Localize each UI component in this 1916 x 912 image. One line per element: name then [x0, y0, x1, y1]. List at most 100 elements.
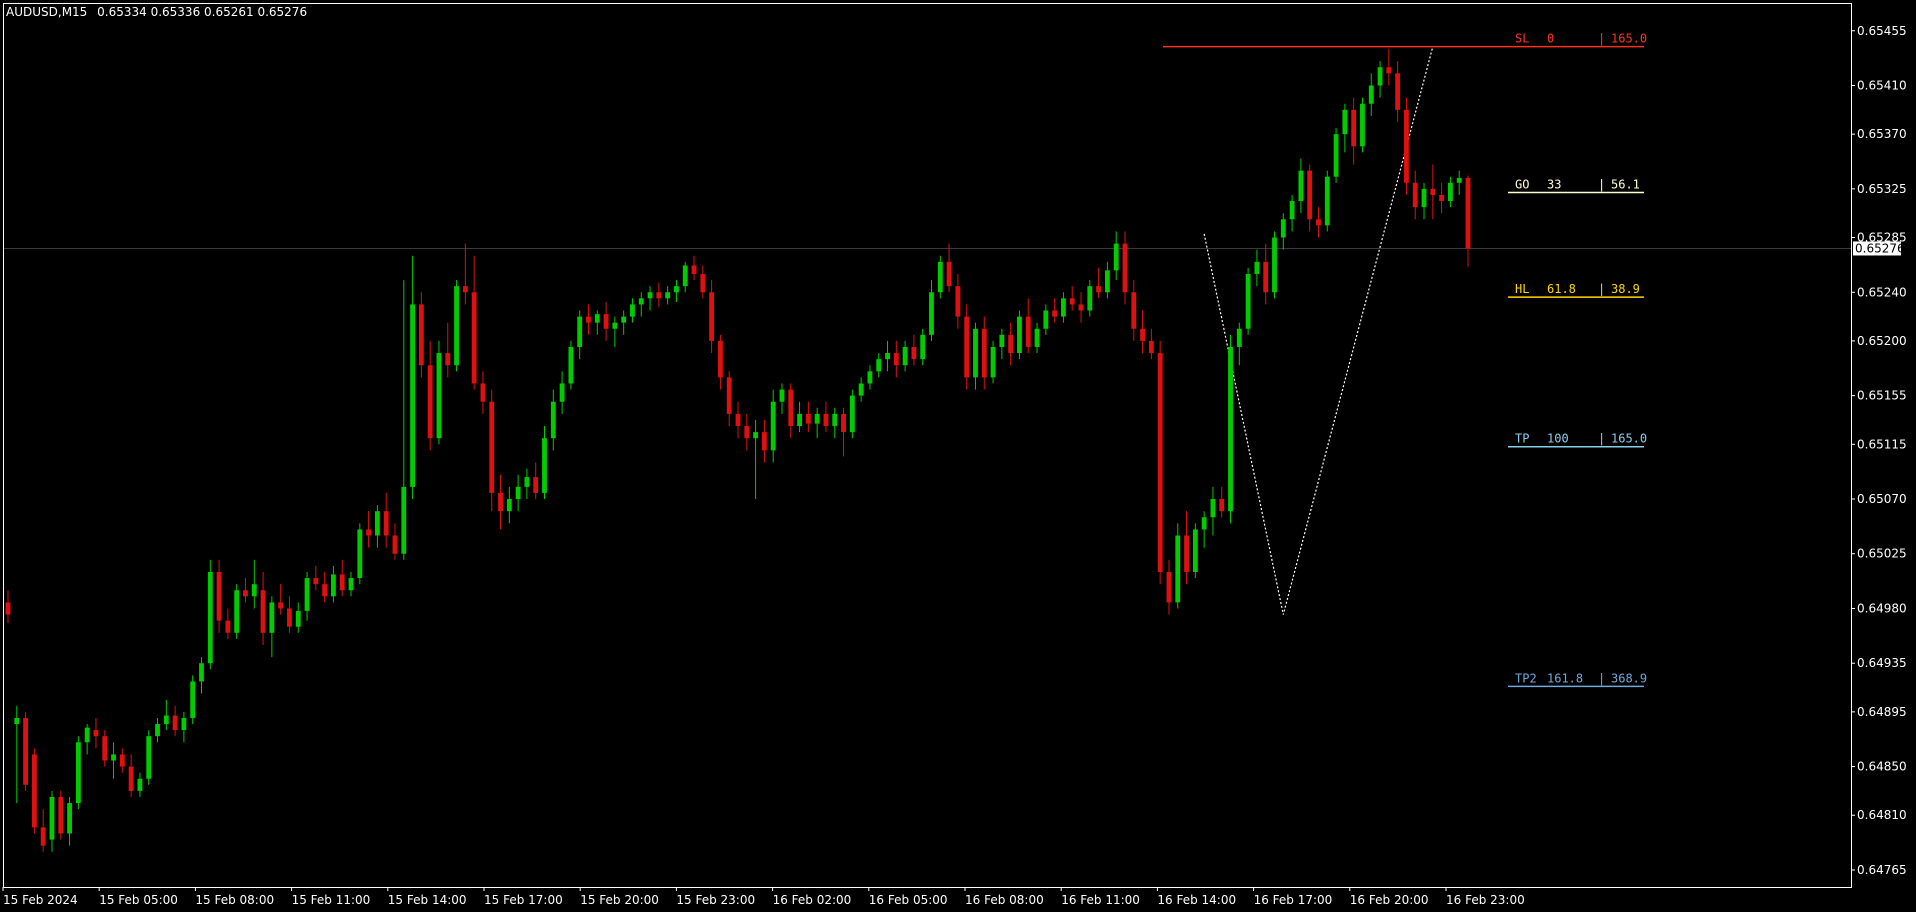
candle — [146, 730, 152, 785]
candle-body — [533, 477, 539, 493]
candle-body — [498, 492, 503, 512]
price-label: 0.64765 — [1857, 863, 1907, 877]
candle-body — [119, 754, 125, 767]
candle-body — [559, 383, 565, 402]
level-name: GO — [1515, 178, 1529, 192]
price-label: 0.64980 — [1857, 601, 1907, 615]
candle — [234, 584, 240, 639]
candle-body — [717, 340, 723, 378]
level-separator: | — [1598, 282, 1605, 296]
candle — [1157, 340, 1163, 585]
level-name: TP — [1515, 432, 1529, 446]
candle — [1017, 310, 1022, 360]
candle — [418, 292, 424, 378]
candle-body — [524, 477, 530, 487]
candle-body — [1333, 134, 1339, 177]
candle-body — [779, 389, 785, 402]
candle-body — [770, 401, 776, 451]
candle-body — [1324, 176, 1330, 226]
candle-body — [638, 298, 644, 305]
price-label: 0.65325 — [1857, 182, 1907, 196]
candle-body — [1254, 261, 1260, 275]
candle — [964, 304, 970, 390]
current-price-tag: 0.65276 — [1853, 241, 1905, 256]
candle-body — [322, 584, 328, 597]
candle-body — [1157, 353, 1163, 572]
candle-body — [313, 578, 319, 585]
candle — [1228, 334, 1233, 524]
level-ratio: 0 — [1547, 32, 1554, 46]
candle-body — [1219, 499, 1225, 512]
candle — [1192, 523, 1198, 579]
time-label: 16 Feb 05:00 — [869, 893, 948, 907]
candle-body — [480, 383, 486, 402]
level-tp2[interactable]: TP2 161.8 | 368.9 — [1508, 671, 1647, 688]
candle-body — [1307, 170, 1313, 220]
level-value: 165.0 — [1611, 32, 1647, 46]
price-label: 0.64895 — [1857, 705, 1907, 719]
candle — [1245, 267, 1251, 335]
candle-body — [243, 590, 248, 597]
ohlc-values: 0.65334 0.65336 0.65261 0.65276 — [97, 5, 307, 19]
candle — [1404, 97, 1409, 195]
candle-body — [1192, 529, 1198, 572]
candle-body — [1113, 243, 1119, 271]
time-label: 16 Feb 23:00 — [1446, 893, 1525, 907]
time-label: 15 Feb 08:00 — [195, 893, 274, 907]
candle-body — [1122, 243, 1128, 293]
candle-body — [788, 389, 794, 427]
candle — [489, 389, 495, 512]
candle-body — [1280, 219, 1286, 238]
candle-body — [278, 602, 284, 609]
price-chart[interactable]: SL 0 | 165.0 GO 33 | 56.1 HL 61.8 | 38.9 TP 100 | 165.0… — [0, 0, 1916, 912]
candle-body — [410, 304, 415, 487]
candle-body — [849, 395, 855, 433]
candle-body — [1465, 177, 1471, 249]
candle-body — [260, 590, 266, 633]
chart-background — [0, 0, 1916, 912]
candle-body — [1298, 170, 1304, 202]
candle-body — [550, 401, 556, 439]
candle-body — [75, 742, 81, 804]
candle-body — [155, 724, 160, 737]
candle-body — [1228, 346, 1233, 512]
candle-body — [999, 334, 1005, 347]
candle-body — [146, 736, 152, 779]
candle-body — [93, 730, 99, 737]
level-separator: | — [1598, 432, 1605, 446]
candle-body — [454, 286, 459, 366]
candle — [58, 790, 64, 840]
time-label: 15 Feb 05:00 — [99, 893, 178, 907]
level-ratio: 100 — [1547, 432, 1569, 446]
price-label: 0.64935 — [1857, 656, 1907, 670]
candle-body — [1175, 535, 1181, 603]
candle-body — [814, 413, 820, 424]
candle-body — [893, 353, 899, 366]
candle — [436, 340, 442, 445]
candle-body — [40, 827, 46, 846]
candle-body — [929, 292, 934, 335]
price-label: 0.65025 — [1857, 547, 1907, 561]
time-label: 15 Feb 2024 — [3, 893, 78, 907]
current-price-label: 0.65276 — [1855, 241, 1905, 255]
candle-body — [946, 261, 952, 287]
candle-body — [1008, 334, 1014, 354]
time-label: 15 Feb 11:00 — [292, 893, 371, 907]
price-label: 0.65115 — [1857, 437, 1907, 451]
candle-body — [506, 499, 512, 512]
candle — [937, 255, 943, 299]
level-value: 38.9 — [1611, 282, 1640, 296]
candle — [23, 711, 29, 791]
candle-body — [418, 304, 424, 366]
price-label: 0.65070 — [1857, 492, 1907, 506]
candle-body — [542, 438, 547, 493]
candle-body — [366, 529, 372, 536]
candle-body — [190, 681, 196, 718]
candle-body — [1052, 310, 1058, 317]
time-label: 15 Feb 20:00 — [580, 893, 659, 907]
candle — [1360, 97, 1365, 153]
candle-body — [1395, 73, 1401, 110]
level-value: 165.0 — [1611, 432, 1647, 446]
candle-body — [1430, 188, 1436, 195]
candle-body — [1166, 571, 1172, 603]
